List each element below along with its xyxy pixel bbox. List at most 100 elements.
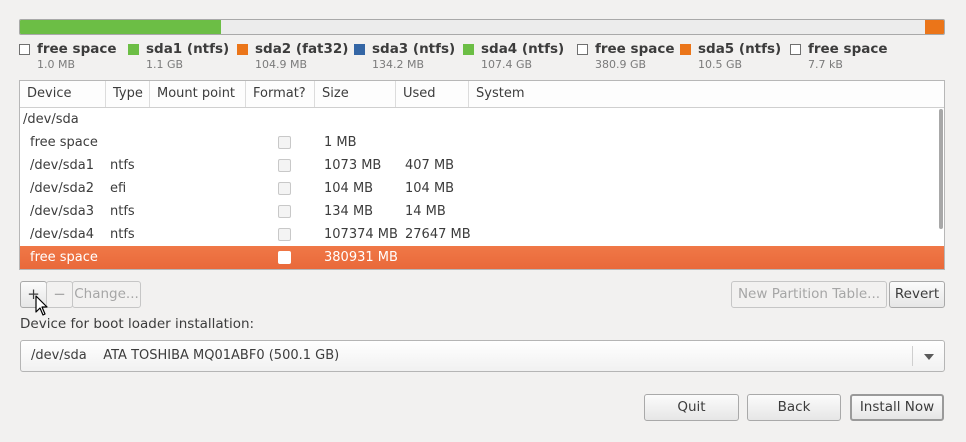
partition-segment-sda4 xyxy=(20,20,221,34)
format-checkbox[interactable] xyxy=(278,136,291,149)
cell-used: 104 MB xyxy=(405,181,455,196)
mouse-pointer-icon xyxy=(35,295,48,316)
partition-legend: free space 1.0 MB sda1 (ntfs) 1.1 GB sda2 (f… xyxy=(19,41,945,75)
cell-device: free space xyxy=(30,250,98,265)
cell-used: 407 MB xyxy=(405,158,455,173)
new-partition-table-button[interactable]: New Partition Table... xyxy=(731,281,887,308)
legend-swatch xyxy=(19,43,30,55)
legend-item: sda1 (ntfs) 1.1 GB xyxy=(128,41,229,71)
legend-size: 1.1 GB xyxy=(146,58,184,71)
table-header: Device Type Mount point Format? Size Use… xyxy=(20,81,944,108)
revert-button[interactable]: Revert xyxy=(889,281,945,308)
legend-item: sda3 (ntfs) 134.2 MB xyxy=(354,41,455,71)
legend-size: 104.9 MB xyxy=(255,58,308,71)
cell-format xyxy=(248,205,317,218)
format-checkbox[interactable] xyxy=(278,251,291,264)
cell-size: 107374 MB xyxy=(324,227,398,242)
legend-swatch xyxy=(680,43,691,55)
cell-format xyxy=(248,159,317,172)
column-device[interactable]: Device xyxy=(20,81,106,107)
cell-size: 1073 MB xyxy=(324,158,382,173)
legend-swatch xyxy=(577,43,588,55)
legend-size: 7.7 kB xyxy=(808,58,843,71)
legend-item: sda2 (fat32) 104.9 MB xyxy=(237,41,348,71)
partition-segment-sda5 xyxy=(925,20,944,34)
format-checkbox[interactable] xyxy=(278,228,291,241)
back-button[interactable]: Back xyxy=(747,394,841,421)
legend-name: sda1 (ntfs) xyxy=(146,41,230,57)
table-row[interactable]: /dev/sda2 efi 104 MB 104 MB xyxy=(20,177,944,200)
legend-size: 10.5 GB xyxy=(698,58,743,71)
cell-device: free space xyxy=(30,135,98,150)
legend-name: free space xyxy=(37,41,117,57)
legend-item: sda5 (ntfs) 10.5 GB xyxy=(680,41,781,71)
group-device: /dev/sda xyxy=(23,112,79,127)
table-row[interactable]: /dev/sda3 ntfs 134 MB 14 MB xyxy=(20,200,944,223)
boot-loader-select[interactable]: /dev/sda ATA TOSHIBA MQ01ABF0 (500.1 GB) xyxy=(20,340,945,372)
table-row[interactable]: /dev/sda4 ntfs 107374 MB 27647 MB xyxy=(20,223,944,246)
boot-loader-label: Device for boot loader installation: xyxy=(20,316,255,332)
legend-swatch xyxy=(237,43,248,55)
partition-table[interactable]: Device Type Mount point Format? Size Use… xyxy=(19,80,945,270)
cell-size: 1 MB xyxy=(324,135,357,150)
format-checkbox[interactable] xyxy=(278,205,291,218)
legend-name: sda5 (ntfs) xyxy=(698,41,782,57)
legend-swatch xyxy=(790,43,801,55)
table-scrollbar[interactable] xyxy=(939,109,943,229)
column-format[interactable]: Format? xyxy=(246,81,315,107)
legend-item: free space 1.0 MB xyxy=(19,41,117,71)
partition-bar xyxy=(19,19,945,35)
legend-name: sda3 (ntfs) xyxy=(372,41,456,57)
chevron-down-icon[interactable] xyxy=(924,354,934,360)
boot-loader-selected-value: /dev/sda ATA TOSHIBA MQ01ABF0 (500.1 GB) xyxy=(31,348,340,363)
legend-item: sda4 (ntfs) 107.4 GB xyxy=(463,41,564,71)
cell-format xyxy=(248,136,317,149)
cell-type: ntfs xyxy=(110,204,135,219)
partition-segment-free-space xyxy=(221,20,925,34)
cell-format xyxy=(248,251,317,264)
format-checkbox[interactable] xyxy=(278,182,291,195)
cell-device: /dev/sda2 xyxy=(30,181,94,196)
format-checkbox[interactable] xyxy=(278,159,291,172)
cell-type: ntfs xyxy=(110,227,135,242)
cell-size: 134 MB xyxy=(324,204,374,219)
cell-type: efi xyxy=(110,181,127,196)
legend-size: 380.9 GB xyxy=(595,58,647,71)
table-row[interactable]: /dev/sda1 ntfs 1073 MB 407 MB xyxy=(20,154,944,177)
legend-name: sda4 (ntfs) xyxy=(481,41,565,57)
change-partition-button[interactable]: Change... xyxy=(72,281,141,308)
legend-swatch xyxy=(463,43,474,55)
table-row[interactable]: free space 380931 MB xyxy=(20,246,944,269)
legend-name: free space xyxy=(808,41,888,57)
cell-used: 14 MB xyxy=(405,204,446,219)
cell-size: 380931 MB xyxy=(324,250,398,265)
cell-device: /dev/sda3 xyxy=(30,204,94,219)
cell-used: 27647 MB xyxy=(405,227,471,242)
legend-item: free space 380.9 GB xyxy=(577,41,675,71)
legend-size: 134.2 MB xyxy=(372,58,425,71)
cell-format xyxy=(248,228,317,241)
cell-size: 104 MB xyxy=(324,181,374,196)
quit-button[interactable]: Quit xyxy=(644,394,739,421)
remove-partition-button[interactable]: − xyxy=(46,281,73,308)
legend-item: free space 7.7 kB xyxy=(790,41,888,71)
table-row[interactable]: free space 1 MB xyxy=(20,131,944,154)
legend-swatch xyxy=(354,43,365,55)
column-size[interactable]: Size xyxy=(315,81,396,107)
legend-name: free space xyxy=(595,41,675,57)
cell-format xyxy=(248,182,317,195)
legend-name: sda2 (fat32) xyxy=(255,41,349,57)
column-mount-point[interactable]: Mount point xyxy=(150,81,246,107)
combo-separator xyxy=(912,346,913,366)
cell-device: /dev/sda4 xyxy=(30,227,94,242)
column-system[interactable]: System xyxy=(469,81,944,107)
cell-device: /dev/sda1 xyxy=(30,158,94,173)
cell-type: ntfs xyxy=(110,158,135,173)
table-group-row[interactable]: /dev/sda xyxy=(20,108,944,131)
legend-size: 107.4 GB xyxy=(481,58,533,71)
column-type[interactable]: Type xyxy=(106,81,150,107)
install-now-button[interactable]: Install Now xyxy=(850,394,944,421)
legend-size: 1.0 MB xyxy=(37,58,76,71)
column-used[interactable]: Used xyxy=(396,81,469,107)
legend-swatch xyxy=(128,43,139,55)
